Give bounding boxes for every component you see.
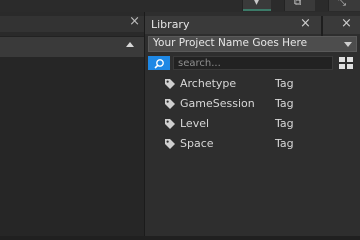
top-toolbar: ▾ ⧉ ⤡ <box>0 0 360 12</box>
toolbar-button[interactable]: ▾ <box>242 0 271 11</box>
search-row <box>148 56 355 70</box>
grid-view-icon[interactable] <box>339 57 353 69</box>
item-name: Level <box>180 117 210 130</box>
tag-icon <box>165 119 175 129</box>
item-type: Tag <box>275 97 294 110</box>
close-icon[interactable]: × <box>341 16 352 31</box>
project-select[interactable]: Your Project Name Goes Here <box>148 36 357 52</box>
toolbar-button[interactable]: ⤡ <box>328 0 360 11</box>
close-icon[interactable]: × <box>300 16 311 31</box>
item-type: Tag <box>275 117 294 130</box>
divider <box>321 16 323 38</box>
collapse-icon[interactable] <box>126 42 134 47</box>
list-item[interactable]: GameSession Tag <box>145 94 360 114</box>
close-icon[interactable]: × <box>129 14 140 29</box>
search-input[interactable] <box>173 56 333 70</box>
item-name: Space <box>180 137 214 150</box>
search-icon <box>154 59 164 69</box>
item-type: Tag <box>275 137 294 150</box>
list-item[interactable]: Level Tag <box>145 114 360 134</box>
active-indicator <box>243 9 271 11</box>
dropdown-icon: ▾ <box>254 0 260 8</box>
item-name: GameSession <box>180 97 255 110</box>
library-header: Library × × <box>145 16 360 38</box>
left-panel-header <box>0 36 144 58</box>
list-item[interactable]: Space Tag <box>145 134 360 154</box>
library-panel: Library × × Your Project Name Goes Here … <box>145 12 360 240</box>
project-select-value: Your Project Name Goes Here <box>153 37 308 49</box>
bottom-edge <box>0 236 360 240</box>
item-name: Archetype <box>180 77 237 90</box>
tag-icon <box>165 99 175 109</box>
left-panel-body <box>0 57 144 240</box>
item-type: Tag <box>275 77 294 90</box>
left-tab-row: × <box>0 14 144 32</box>
search-button[interactable] <box>148 56 170 70</box>
library-list: Archetype Tag GameSession Tag Level Tag … <box>145 74 360 154</box>
toolbar-button[interactable]: ⧉ <box>284 0 315 11</box>
chevron-down-icon <box>344 42 352 47</box>
tag-icon <box>165 139 175 149</box>
tag-icon <box>165 79 175 89</box>
window-icon: ⧉ <box>294 0 302 8</box>
expand-icon: ⤡ <box>338 0 346 8</box>
list-item[interactable]: Archetype Tag <box>145 74 360 94</box>
left-panel: × <box>0 12 145 240</box>
library-title: Library <box>151 18 190 31</box>
